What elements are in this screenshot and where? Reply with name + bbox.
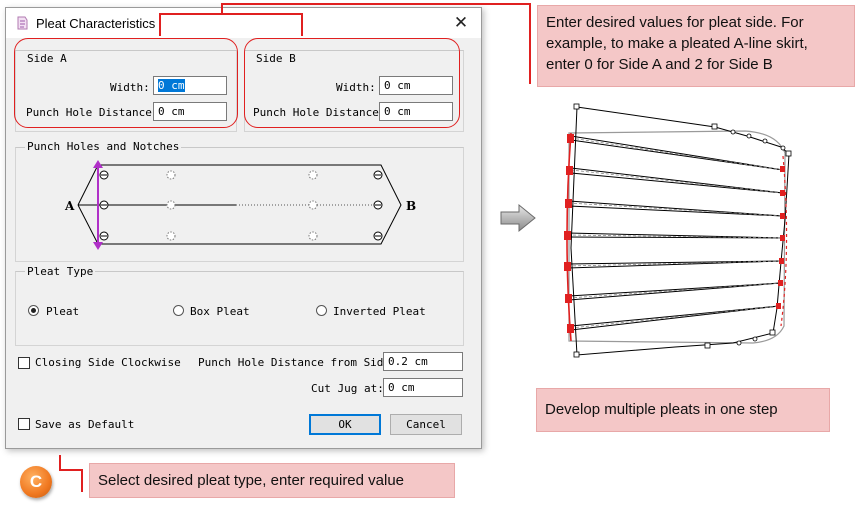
callout-pleat-type: Select desired pleat type, enter require… bbox=[89, 463, 455, 498]
right-arrow-icon bbox=[500, 203, 536, 233]
callout-pleat-side: Enter desired values for pleat side. For… bbox=[537, 5, 855, 87]
step-badge: C bbox=[20, 466, 52, 498]
callout-multiple-pleats: Develop multiple pleats in one step bbox=[536, 388, 830, 432]
pleat-pattern-drawing bbox=[564, 103, 792, 358]
